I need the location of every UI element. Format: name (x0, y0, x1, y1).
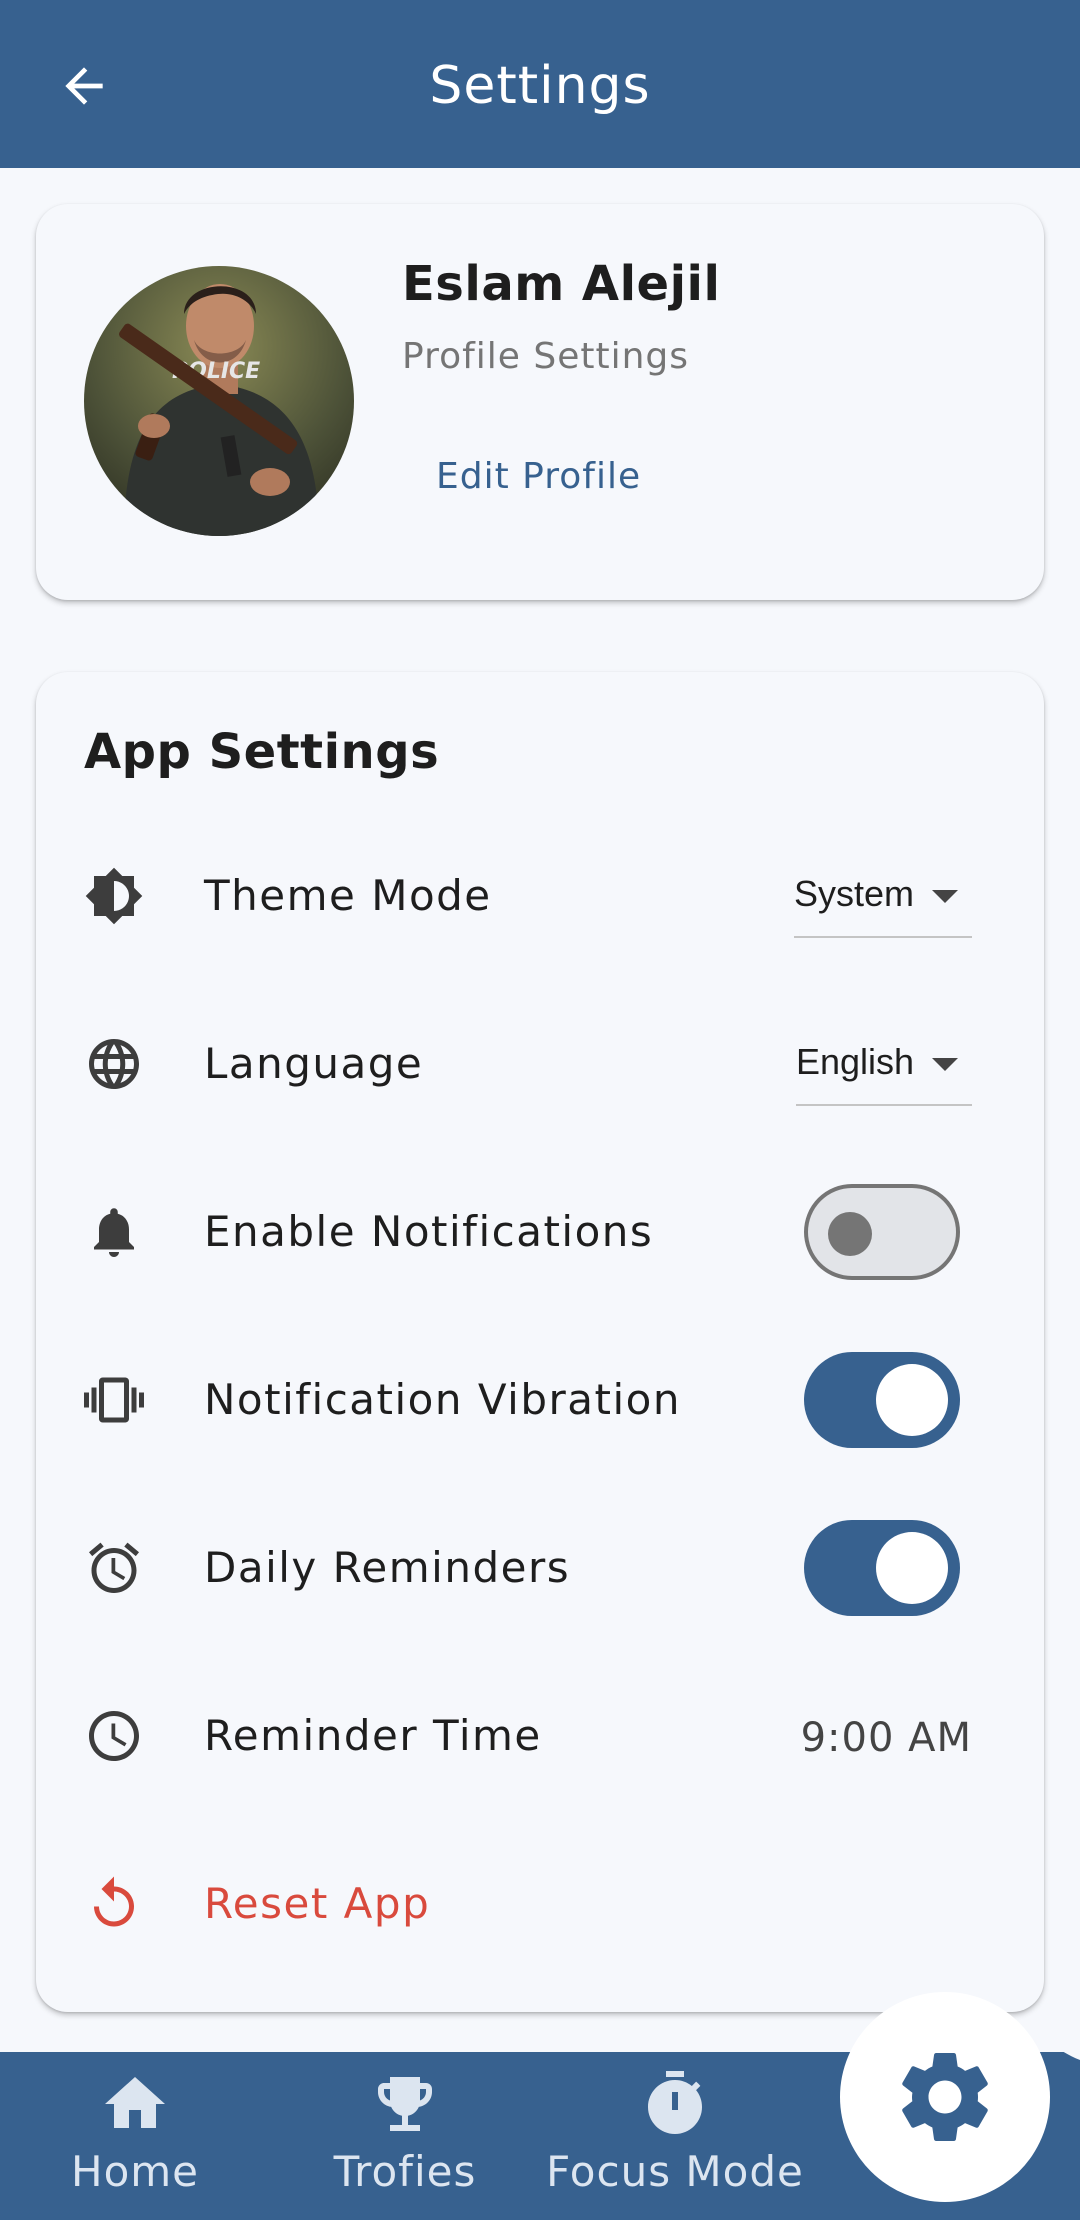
setting-label: Reminder Time (204, 1711, 542, 1760)
setting-row-notification-vibration: Notification Vibration (36, 1340, 1044, 1460)
section-title: App Settings (84, 724, 440, 780)
nav-item-trofies[interactable]: Trofies (320, 2052, 490, 2220)
setting-row-enable-notifications: Enable Notifications (36, 1172, 1044, 1292)
daily-reminders-toggle[interactable] (804, 1520, 960, 1616)
setting-row-language: Language English (36, 1004, 1044, 1124)
clock-icon (84, 1706, 144, 1766)
avatar-image: POLICE (84, 266, 354, 536)
dropdown-value: English (796, 1041, 915, 1082)
gear-icon (902, 2053, 988, 2141)
toggle-knob (876, 1532, 948, 1604)
reset-icon (84, 1874, 144, 1934)
setting-label: Daily Reminders (204, 1543, 571, 1592)
bell-icon (84, 1202, 144, 1262)
setting-label: Enable Notifications (204, 1207, 654, 1256)
brightness-contrast-icon (84, 866, 144, 926)
setting-label: Reset App (204, 1879, 431, 1928)
alarm-clock-icon (84, 1538, 144, 1598)
nav-item-settings-active[interactable] (840, 1992, 1050, 2202)
nav-label: Trofies (333, 2147, 477, 2196)
settings-screen: Settings POLICE Eslam Alejil Profile Set… (0, 0, 1080, 2220)
setting-label: Theme Mode (204, 871, 492, 920)
language-dropdown[interactable]: English (796, 1034, 972, 1106)
enable-notifications-toggle[interactable] (804, 1184, 960, 1280)
setting-row-theme-mode: Theme Mode System (36, 836, 1044, 956)
home-icon (105, 2077, 165, 2128)
profile-subtitle: Profile Settings (402, 336, 690, 377)
notification-vibration-toggle[interactable] (804, 1352, 960, 1448)
caret-down-icon (932, 1058, 959, 1071)
profile-name: Eslam Alejil (402, 256, 721, 312)
edit-profile-button[interactable]: Edit Profile (436, 456, 641, 497)
toggle-knob (876, 1364, 948, 1436)
nav-item-home[interactable]: Home (40, 2052, 230, 2220)
setting-label: Language (204, 1039, 424, 1088)
setting-row-reminder-time[interactable]: Reminder Time 9:00 AM (36, 1676, 1044, 1796)
avatar[interactable]: POLICE (84, 266, 354, 536)
globe-icon (84, 1034, 144, 1094)
nav-item-focus-mode[interactable]: Focus Mode (540, 2052, 810, 2220)
profile-card: POLICE Eslam Alejil Profile Settings Edi… (36, 204, 1044, 600)
vibration-icon (84, 1370, 144, 1430)
nav-label: Home (70, 2147, 200, 2196)
reset-app-button[interactable]: Reset App (36, 1844, 1044, 1964)
toggle-knob (828, 1212, 872, 1256)
caret-down-icon (932, 890, 959, 903)
setting-row-daily-reminders: Daily Reminders (36, 1508, 1044, 1628)
nav-label: Focus Mode (546, 2147, 804, 2196)
app-settings-card: App Settings Theme Mode System Language (36, 672, 1044, 2012)
reminder-time-value: 9:00 AM (800, 1715, 972, 1761)
page-title: Settings (429, 56, 651, 116)
trophy-icon (378, 2077, 432, 2131)
stopwatch-icon (648, 2071, 702, 2134)
app-bar: Settings (0, 0, 1080, 168)
theme-mode-dropdown[interactable]: System (794, 866, 972, 938)
setting-label: Notification Vibration (204, 1375, 681, 1424)
dropdown-value: System (794, 873, 915, 914)
